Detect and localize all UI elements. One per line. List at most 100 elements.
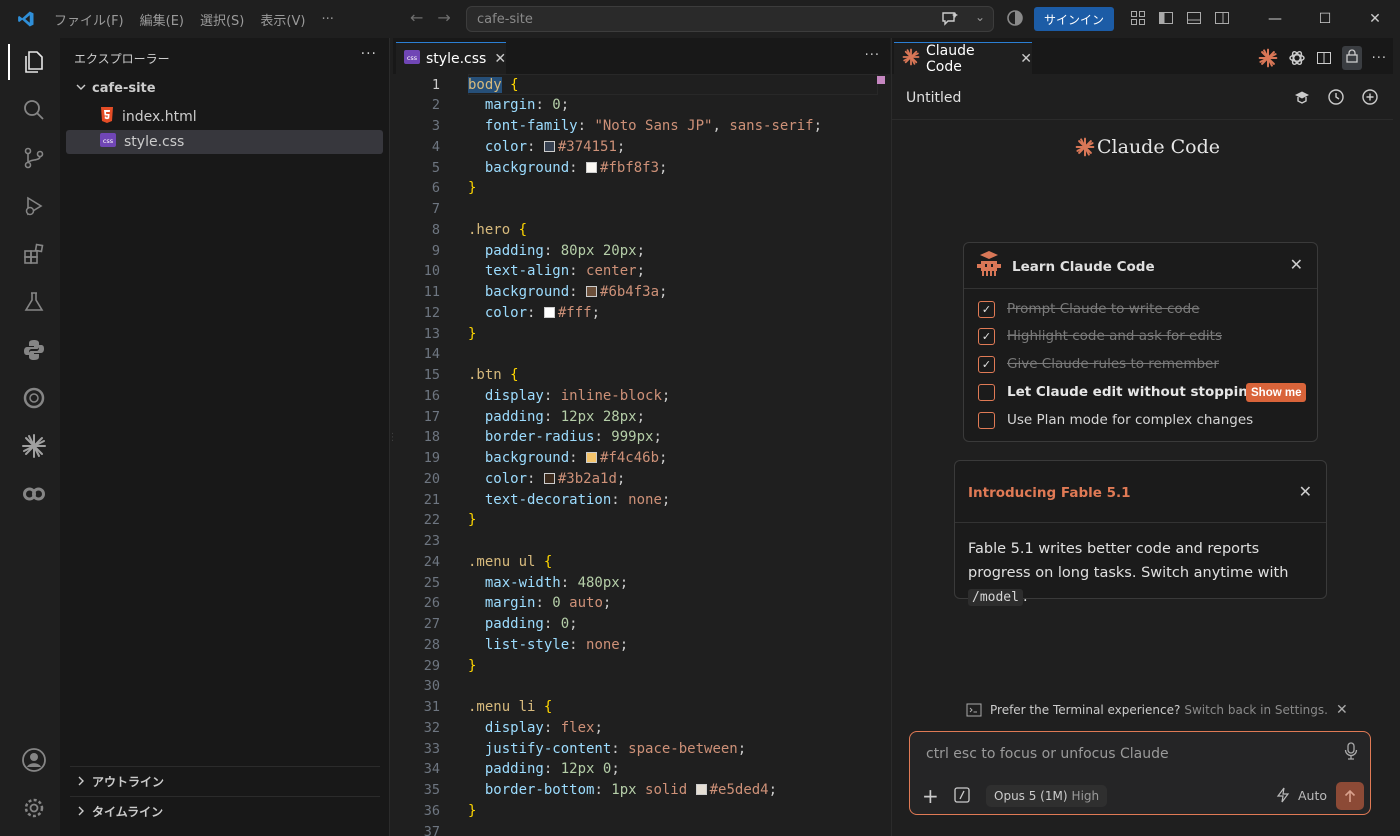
task-item[interactable]: Let Claude edit without stopping <box>978 382 1257 402</box>
color-swatch[interactable] <box>543 472 555 484</box>
code-line[interactable]: 37 <box>393 821 883 836</box>
maximize-icon[interactable]: ☐ <box>1300 0 1350 38</box>
search-icon[interactable] <box>8 88 60 132</box>
code-line[interactable]: 35 border-bottom: 1px solid #e5ded4; <box>393 780 883 801</box>
switch-back-link[interactable]: Switch back in Settings. <box>1184 703 1328 717</box>
checkbox-checked[interactable]: ✓ <box>978 327 995 345</box>
task-item[interactable]: ✓ Highlight code and ask for edits <box>978 326 1222 346</box>
code-line[interactable]: 19 background: #f4c46b; <box>393 448 883 469</box>
code-line[interactable]: 36} <box>393 800 883 821</box>
code-line[interactable]: 14 <box>393 344 883 365</box>
code-line[interactable]: 30 <box>393 676 883 697</box>
code-line[interactable]: 18 border-radius: 999px; <box>393 427 883 448</box>
menu-more[interactable]: ··· <box>313 12 341 27</box>
add-icon[interactable]: + <box>922 784 939 808</box>
code-line[interactable]: 22} <box>393 510 883 531</box>
permission-mode-selector[interactable]: Auto <box>1276 787 1327 803</box>
menu-edit[interactable]: 編集(E) <box>132 10 192 29</box>
toggle-panel-icon[interactable] <box>1186 10 1202 26</box>
code-line[interactable]: 16 display: inline-block; <box>393 385 883 406</box>
code-line[interactable]: 29} <box>393 655 883 676</box>
editor-more-button[interactable]: ··· <box>865 48 880 63</box>
claude-spark-icon[interactable] <box>8 424 60 468</box>
checkbox-unchecked[interactable] <box>978 411 995 429</box>
prompt-placeholder[interactable]: ctrl esc to focus or unfocus Claude <box>926 746 1169 762</box>
microphone-icon[interactable] <box>1344 742 1358 764</box>
chat-icon[interactable] <box>941 11 959 31</box>
openai-icon[interactable] <box>1288 49 1306 67</box>
code-line[interactable]: 26 margin: 0 auto; <box>393 593 883 614</box>
outline-section[interactable]: アウトライン <box>70 766 380 796</box>
slash-command-icon[interactable] <box>954 787 970 807</box>
close-window-icon[interactable]: ✕ <box>1350 0 1400 38</box>
code-editor[interactable]: 1 body {2 margin: 0; 3 font-family: "Noto … <box>393 74 890 836</box>
close-icon[interactable]: ✕ <box>1299 482 1312 501</box>
signin-button[interactable]: サインイン <box>1034 7 1115 31</box>
checkbox-checked[interactable]: ✓ <box>978 355 995 373</box>
code-line[interactable]: 15 .btn { <box>393 365 883 386</box>
code-line[interactable]: 8 .hero { <box>393 219 883 240</box>
prompt-input-box[interactable]: ctrl esc to focus or unfocus Claude + Op… <box>909 731 1371 815</box>
model-selector[interactable]: Opus 5 (1M) High <box>986 785 1108 807</box>
explorer-icon[interactable] <box>8 40 60 84</box>
task-item[interactable]: Use Plan mode for complex changes <box>978 410 1253 430</box>
code-line[interactable]: 5 background: #fbf8f3; <box>393 157 883 178</box>
tab-claude-code[interactable]: Claude Code ✕ <box>894 42 1032 75</box>
remote-explorer-icon[interactable] <box>8 376 60 420</box>
toggle-secondary-sidebar-icon[interactable] <box>1214 10 1230 26</box>
run-debug-icon[interactable] <box>8 184 60 228</box>
color-swatch[interactable] <box>586 452 598 463</box>
code-line[interactable]: 27 padding: 0; <box>393 614 883 635</box>
lock-icon[interactable] <box>1341 46 1362 70</box>
checkbox-checked[interactable]: ✓ <box>978 300 995 318</box>
code-line[interactable]: 17 padding: 12px 28px; <box>393 406 883 427</box>
source-control-icon[interactable] <box>8 136 60 180</box>
explorer-more-button[interactable]: ··· <box>361 46 377 62</box>
history-icon[interactable] <box>1327 88 1345 106</box>
tab-style-css[interactable]: css style.css ✕ <box>396 42 506 74</box>
code-line[interactable]: 12 color: #fff; <box>393 302 883 323</box>
code-line[interactable]: 23 <box>393 531 883 552</box>
color-swatch[interactable] <box>695 784 707 795</box>
color-swatch[interactable] <box>543 140 555 152</box>
send-button[interactable] <box>1336 782 1364 810</box>
code-line[interactable]: 1 body { <box>393 74 883 95</box>
code-line[interactable]: 33 justify-content: space-between; <box>393 738 883 759</box>
code-line[interactable]: 9 padding: 80px 20px; <box>393 240 883 261</box>
copilot-icon[interactable] <box>1006 9 1024 31</box>
toggle-primary-sidebar-icon[interactable] <box>1158 10 1174 26</box>
claude-spark-icon[interactable] <box>1258 48 1278 68</box>
back-arrow-icon[interactable]: ← <box>410 8 423 27</box>
code-line[interactable]: 25 max-width: 480px; <box>393 572 883 593</box>
code-line[interactable]: 7 <box>393 199 883 220</box>
code-line[interactable]: 24 .menu ul { <box>393 551 883 572</box>
settings-gear-icon[interactable] <box>8 786 60 830</box>
code-line[interactable]: 4 color: #374151; <box>393 136 883 157</box>
task-item[interactable]: ✓ Prompt Claude to write code <box>978 299 1200 319</box>
split-editor-icon[interactable] <box>1316 50 1332 66</box>
timeline-section[interactable]: タイムライン <box>70 796 380 826</box>
code-line[interactable]: 10 text-align: center; <box>393 261 883 282</box>
code-line[interactable]: 34 padding: 12px 0; <box>393 759 883 780</box>
forward-arrow-icon[interactable]: → <box>437 8 450 27</box>
code-line[interactable]: 20 color: #3b2a1d; <box>393 468 883 489</box>
python-icon[interactable] <box>8 328 60 372</box>
code-line[interactable]: 32 display: flex; <box>393 717 883 738</box>
minimize-icon[interactable]: — <box>1250 0 1300 38</box>
chevron-down-icon[interactable]: ⌄ <box>975 10 985 24</box>
folder-cafe-site[interactable]: cafe-site <box>76 81 156 96</box>
customize-layout-icon[interactable] <box>1130 10 1146 26</box>
close-tab-icon[interactable]: ✕ <box>494 51 506 67</box>
command-center-search[interactable]: cafe-site ⌄ <box>466 6 994 32</box>
code-line[interactable]: 11 background: #6b4f3a; <box>393 282 883 303</box>
code-line[interactable]: 31 .menu li { <box>393 697 883 718</box>
testing-flask-icon[interactable] <box>8 280 60 324</box>
code-line[interactable]: 2 margin: 0; <box>393 95 883 116</box>
menu-file[interactable]: ファイル(F) <box>46 10 132 29</box>
code-line[interactable]: 3 font-family: "Noto Sans JP", sans-seri… <box>393 116 883 137</box>
show-me-button[interactable]: Show me <box>1246 383 1307 402</box>
file-index-html[interactable]: index.html <box>66 105 383 129</box>
extensions-icon[interactable] <box>8 232 60 276</box>
new-chat-icon[interactable] <box>1361 88 1379 106</box>
close-icon[interactable]: ✕ <box>1336 702 1348 718</box>
